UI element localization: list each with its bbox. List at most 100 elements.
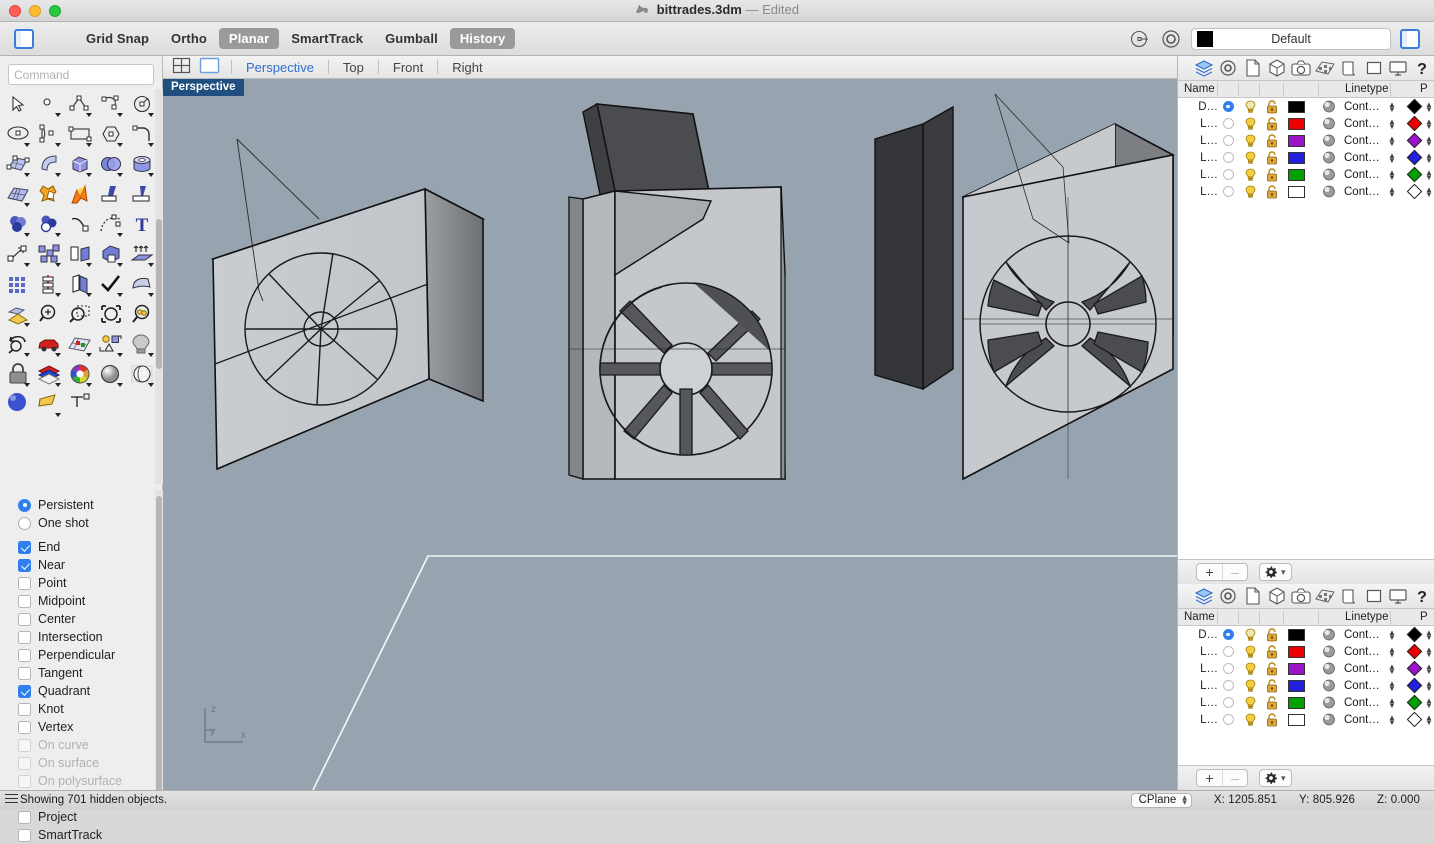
quadrant-checkbox[interactable] (18, 684, 31, 698)
layer-print-color[interactable] (1406, 711, 1422, 728)
tool-rectangle[interactable] (64, 119, 95, 149)
table-row[interactable]: L… Cont… ▲ ▼ ▲ ▼ (1178, 115, 1434, 132)
persistent-radio[interactable] (18, 498, 31, 512)
tool-extrude[interactable] (126, 239, 155, 269)
lock-icon[interactable] (1265, 712, 1280, 727)
tool-grid-settings-icon[interactable] (64, 329, 95, 359)
command-input[interactable] (8, 64, 154, 85)
layer-print-color[interactable] (1406, 149, 1422, 166)
remove-layer-button[interactable]: – (1222, 770, 1247, 786)
tool-zoom-selected-icon[interactable] (126, 299, 155, 329)
status-menu-icon[interactable] (5, 793, 18, 807)
layer-visibility-toggle[interactable] (1242, 713, 1258, 727)
layer-name[interactable]: L… (1184, 152, 1218, 164)
layer-color-swatch[interactable] (1287, 713, 1305, 726)
layer-name[interactable]: L… (1184, 697, 1218, 709)
tool-check[interactable] (95, 269, 126, 299)
page-icon[interactable] (1240, 585, 1264, 607)
target-icon[interactable] (1216, 585, 1240, 607)
layer-material[interactable] (1321, 679, 1337, 692)
layer-print-color[interactable] (1406, 166, 1422, 183)
linetype-stepper-icon[interactable]: ▲ ▼ (1425, 713, 1433, 726)
layer-visibility-toggle[interactable] (1242, 151, 1258, 165)
layer-material[interactable] (1321, 134, 1337, 147)
layer-color-swatch[interactable] (1287, 645, 1305, 658)
table-row[interactable]: L… Cont… ▲ ▼ ▲ ▼ (1178, 132, 1434, 149)
add-remove-layer-group[interactable]: + – (1196, 563, 1248, 581)
box-icon[interactable] (1265, 57, 1289, 79)
current-layer-radio[interactable] (1222, 646, 1234, 657)
linetype-stepper-icon[interactable]: ▲ ▼ (1388, 713, 1396, 726)
layer-material[interactable] (1321, 713, 1337, 726)
layer-print-color[interactable] (1406, 98, 1422, 115)
one-shot-radio[interactable] (18, 516, 31, 530)
lock-icon[interactable] (1265, 167, 1280, 182)
viewport-tab-perspective[interactable]: Perspective (243, 60, 317, 75)
layer-color-swatch[interactable] (1287, 628, 1305, 641)
add-remove-layer-group[interactable]: + – (1196, 769, 1248, 787)
tool-color-wheel-icon[interactable] (64, 359, 95, 389)
linetype-stepper-icon[interactable]: ▲ ▼ (1425, 100, 1433, 113)
light-bulb-icon[interactable] (1243, 151, 1258, 165)
light-bulb-icon[interactable] (1243, 696, 1258, 710)
tool-lock-icon[interactable] (2, 359, 33, 389)
current-layer-radio[interactable] (1222, 118, 1234, 129)
lock-icon[interactable] (1265, 99, 1280, 114)
osnap-center[interactable]: Center (18, 610, 155, 628)
layer-linetype[interactable]: Cont… (1344, 646, 1390, 658)
layer-lock-toggle[interactable] (1264, 661, 1280, 676)
layer-visibility-toggle[interactable] (1242, 168, 1258, 182)
tool-ellipse[interactable] (2, 119, 33, 149)
table-row[interactable]: L… Cont… ▲ ▼ ▲ ▼ (1178, 660, 1434, 677)
layer-linetype[interactable]: Cont… (1344, 152, 1390, 164)
layer-lock-toggle[interactable] (1264, 116, 1280, 131)
layer-color-swatch[interactable] (1287, 696, 1305, 709)
layer-color-swatch[interactable] (1287, 134, 1305, 147)
layer-visibility-toggle[interactable] (1242, 662, 1258, 676)
layer-color-swatch[interactable] (1287, 662, 1305, 675)
layer-color-swatch[interactable] (1287, 151, 1305, 164)
table-row[interactable]: D… Cont… ▲ ▼ ▲ ▼ (1178, 98, 1434, 115)
viewport-tab-right[interactable]: Right (449, 60, 485, 75)
perspective-viewport[interactable]: Perspective z y x (163, 79, 1177, 790)
layer-material[interactable] (1321, 628, 1337, 641)
viewport-tab-top[interactable]: Top (340, 60, 367, 75)
tool-split[interactable] (126, 179, 155, 209)
osnap-project[interactable]: Project (18, 808, 155, 826)
layer-lock-toggle[interactable] (1264, 627, 1280, 642)
layer-name[interactable]: D… (1184, 629, 1218, 641)
lock-icon[interactable] (1265, 133, 1280, 148)
layer-material[interactable] (1321, 151, 1337, 164)
current-layer-radio[interactable] (1222, 680, 1234, 691)
camera-icon[interactable] (1289, 585, 1313, 607)
layer-lock-toggle[interactable] (1264, 644, 1280, 659)
layer-print-color[interactable] (1406, 183, 1422, 200)
material-sphere-icon[interactable] (1322, 134, 1336, 147)
layer-linetype[interactable]: Cont… (1344, 629, 1390, 641)
layer-color-swatch[interactable] (1287, 100, 1305, 113)
light-bulb-icon[interactable] (1243, 713, 1258, 727)
light-bulb-icon[interactable] (1243, 662, 1258, 676)
tool-shade-sphere-icon[interactable] (95, 359, 126, 389)
linetype-stepper-icon[interactable]: ▲ ▼ (1425, 645, 1433, 658)
linetype-stepper-icon[interactable]: ▲ ▼ (1425, 679, 1433, 692)
linetype-stepper-icon[interactable]: ▲ ▼ (1388, 151, 1396, 164)
current-layer-radio[interactable] (1222, 169, 1234, 180)
linetype-stepper-icon[interactable]: ▲ ▼ (1388, 185, 1396, 198)
tool-surface-from-points[interactable] (2, 149, 33, 179)
layer-material[interactable] (1321, 117, 1337, 130)
tool-grid-array[interactable] (2, 269, 33, 299)
layer-color-swatch[interactable] (1287, 185, 1305, 198)
lock-icon[interactable] (1265, 661, 1280, 676)
material-sphere-icon[interactable] (1322, 696, 1336, 709)
mode-grid-snap[interactable]: Grid Snap (76, 28, 159, 49)
osnap-mode-persistent[interactable]: Persistent (18, 496, 155, 514)
layer-linetype[interactable]: Cont… (1344, 714, 1390, 726)
layer-linetype[interactable]: Cont… (1344, 101, 1390, 113)
layer-visibility-toggle[interactable] (1242, 645, 1258, 659)
linetype-stepper-icon[interactable]: ▲ ▼ (1388, 628, 1396, 641)
smarttrack-checkbox[interactable] (18, 828, 31, 842)
left-panel-toggle[interactable] (14, 28, 34, 49)
layer-visibility-toggle[interactable] (1242, 628, 1258, 642)
help-icon[interactable]: ? (1410, 585, 1434, 607)
